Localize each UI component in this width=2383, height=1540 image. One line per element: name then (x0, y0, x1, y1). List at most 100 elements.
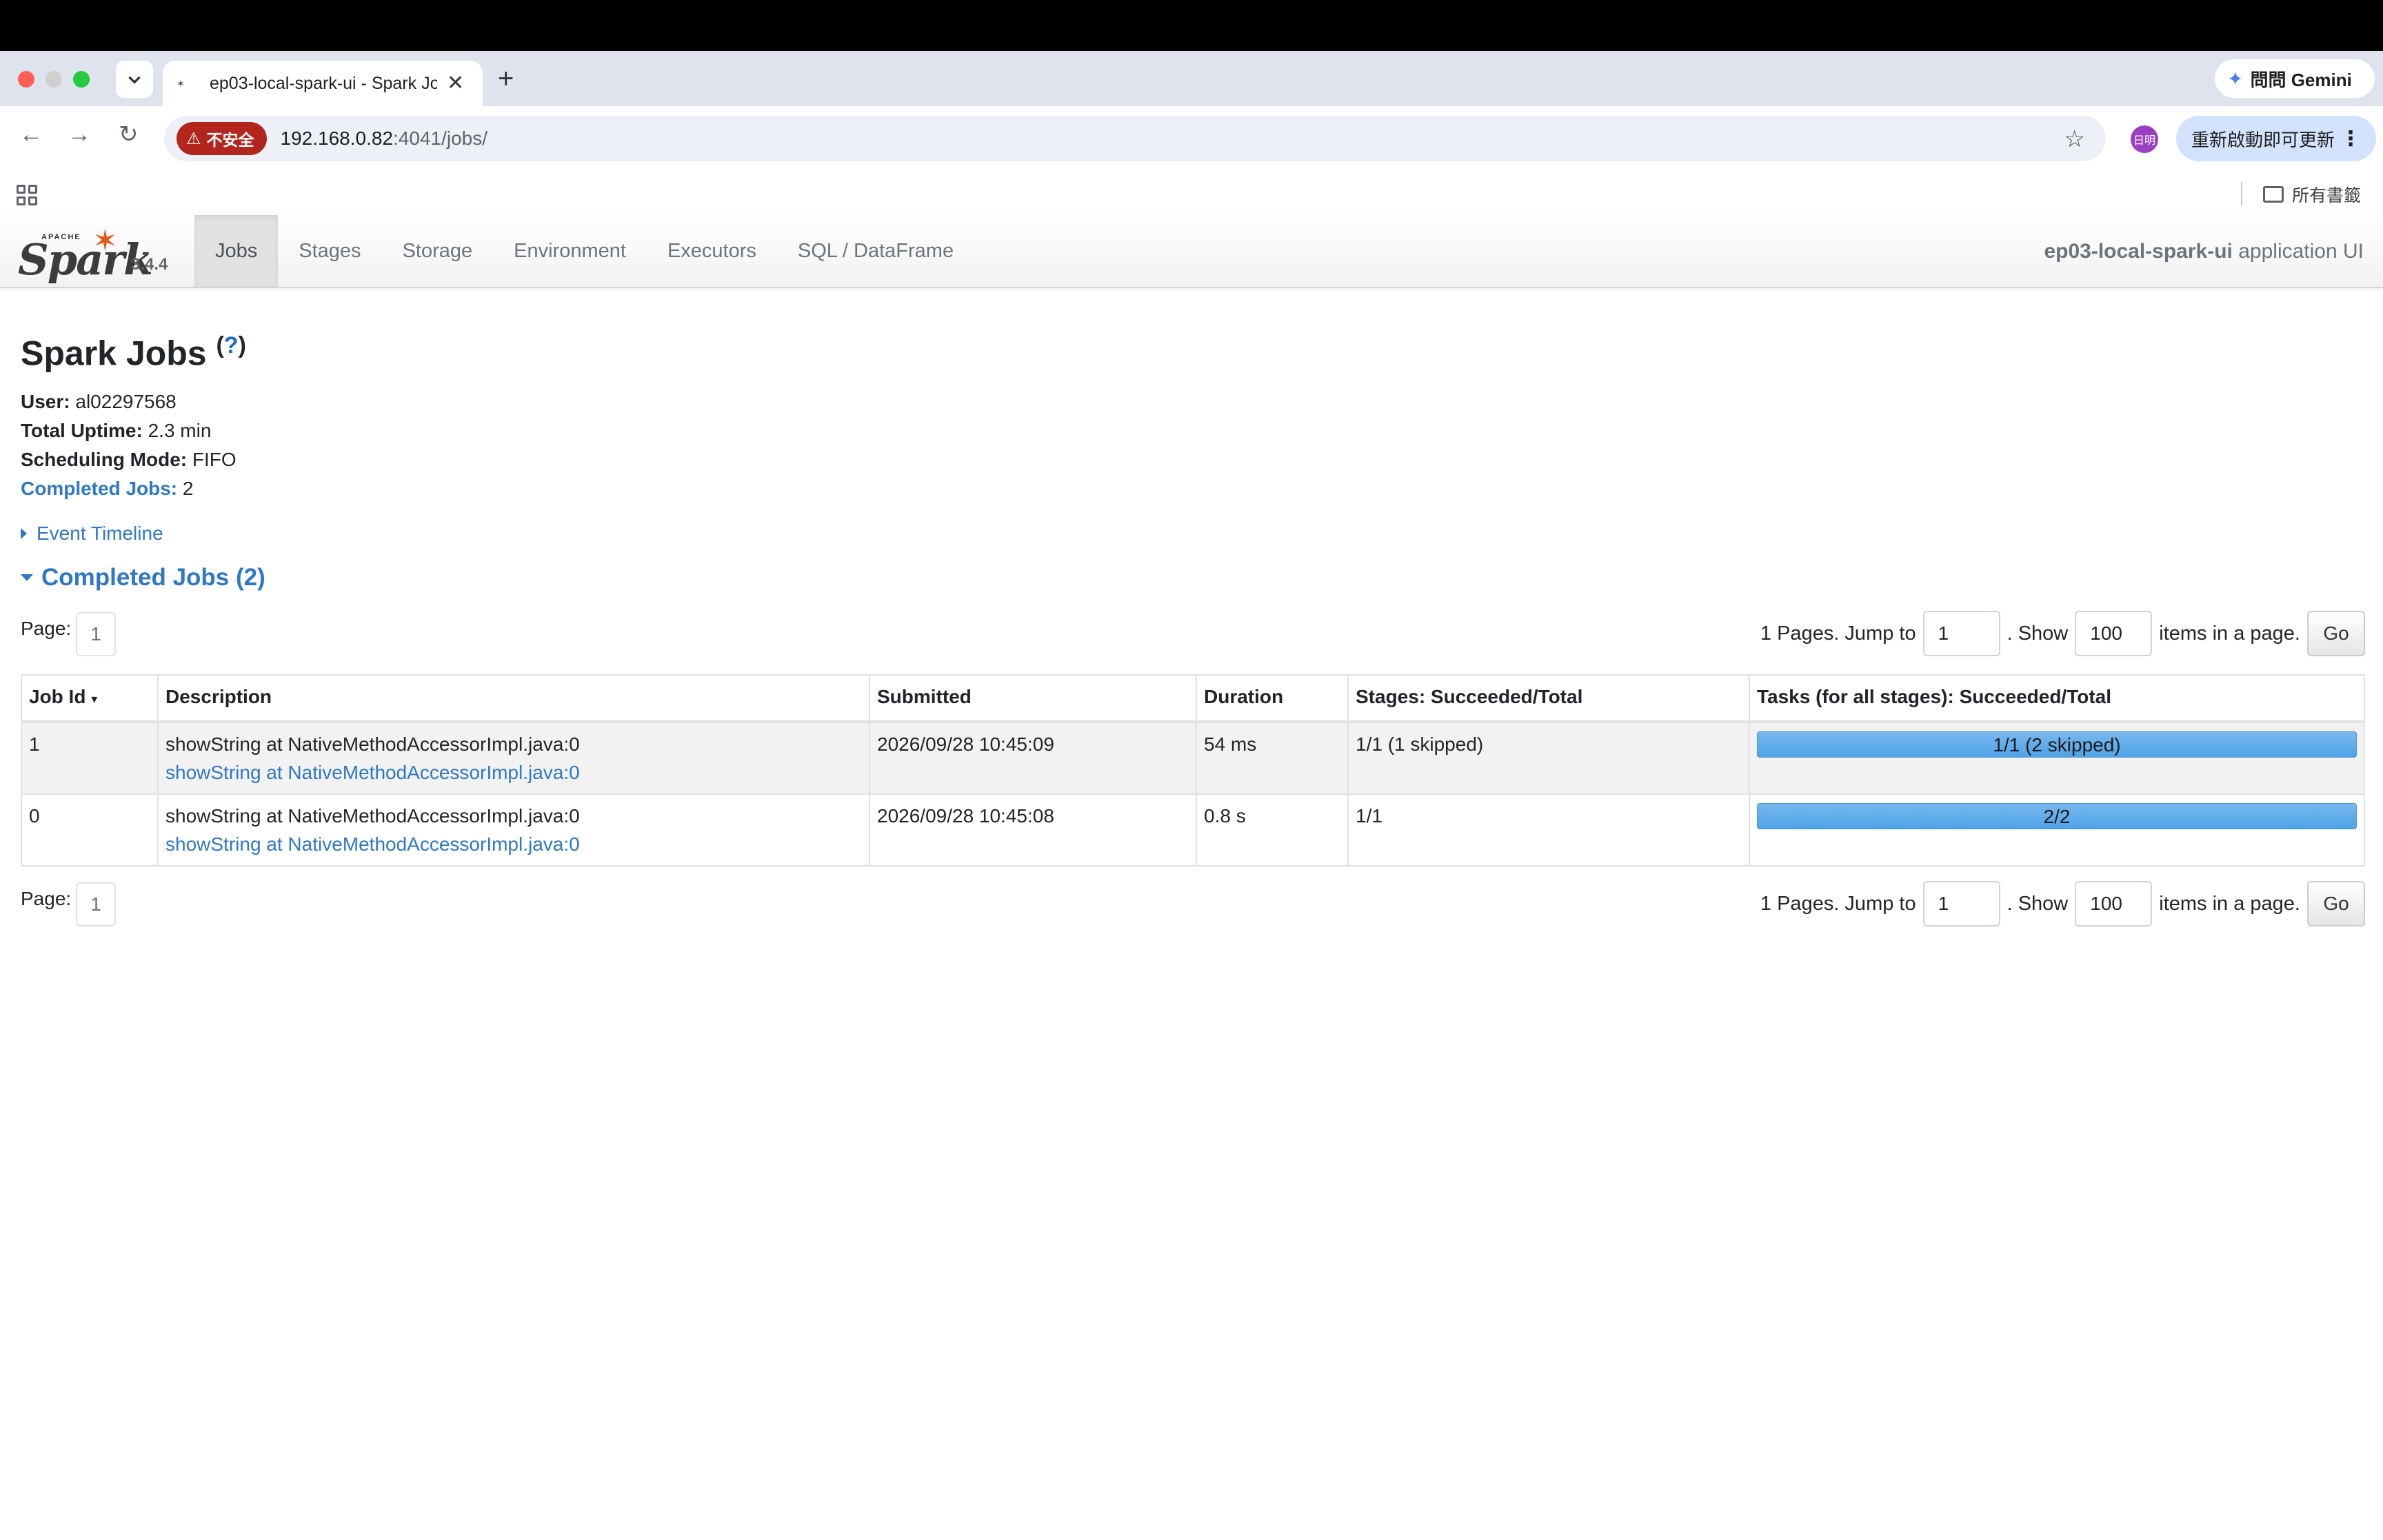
job-id-cell[interactable]: 0 (21, 793, 159, 867)
stages-cell: 1/1 (1347, 793, 1750, 867)
event-timeline-label: Event Timeline (37, 523, 163, 544)
duration-cell: 54 ms (1196, 721, 1349, 795)
warning-icon: ⚠ (186, 129, 201, 148)
tab-executors[interactable]: Executors (647, 215, 777, 287)
items-text: items in a page. (2159, 892, 2300, 915)
completed-jobs-header: Completed Jobs (2) (41, 564, 265, 591)
column-header-tasks[interactable]: Tasks (for all stages): Succeeded/Total (1749, 674, 2365, 723)
tab-stages[interactable]: Stages (278, 215, 381, 287)
browser-tab-active[interactable]: ✶ ep03-local-spark-ui - Spark Jobs ✕ (163, 61, 483, 106)
pages-text: 1 Pages. Jump to (1760, 622, 1916, 645)
collapse-arrow-icon (21, 574, 33, 581)
tab-jobs[interactable]: Jobs (194, 215, 279, 287)
bookmark-star-icon[interactable]: ☆ (2064, 125, 2085, 153)
column-header-duration[interactable]: Duration (1196, 674, 1349, 723)
tab-storage[interactable]: Storage (382, 215, 494, 287)
pages-text: 1 Pages. Jump to (1760, 892, 1916, 915)
jump-to-input[interactable] (1922, 881, 2000, 926)
tab-title: ep03-local-spark-ui - Spark Jobs (210, 73, 437, 93)
url-path: :4041/jobs/ (393, 128, 488, 149)
spark-logo[interactable]: APACHE Spark ✶ (18, 221, 183, 287)
bookmarks-bar: 所有書籤 (0, 171, 2383, 215)
column-header-stages[interactable]: Stages: Succeeded/Total (1347, 674, 1750, 723)
help-tooltip[interactable]: (?) (216, 332, 245, 358)
application-title: ep03-local-spark-ui application UI (2044, 240, 2364, 263)
page-size-input[interactable] (2075, 881, 2153, 926)
url-text[interactable]: 192.168.0.82:4041/jobs/ (281, 128, 488, 150)
address-bar[interactable]: ⚠ 不安全 192.168.0.82:4041/jobs/ ☆ (164, 116, 2106, 161)
more-menu-icon[interactable]: ⋮ (2340, 127, 2361, 151)
app-suffix: application UI (2232, 240, 2364, 263)
browser-toolbar: ← → ↻ ⚠ 不安全 192.168.0.82:4041/jobs/ ☆ 日明… (0, 106, 2383, 171)
items-text: items in a page. (2159, 622, 2300, 645)
not-secure-badge[interactable]: ⚠ 不安全 (177, 122, 267, 155)
url-host: 192.168.0.82 (280, 128, 394, 149)
tasks-cell: 1/1 (2 skipped) (1749, 721, 2365, 795)
summary-scheduling: Scheduling Mode: FIFO (21, 445, 237, 474)
back-arrow-icon[interactable]: ← (19, 123, 43, 146)
column-header-description[interactable]: Description (157, 674, 870, 723)
summary-completed: Completed Jobs: 2 (21, 474, 237, 503)
tasks-progress-bar: 2/2 (1757, 803, 2357, 829)
relaunch-label: 重新啟動即可更新 (2191, 129, 2335, 150)
all-bookmarks-button[interactable]: 所有書籤 (2263, 182, 2361, 207)
menu-bar-area (0, 0, 2383, 51)
completed-jobs-toggle[interactable]: Completed Jobs (2) (21, 564, 265, 591)
table-header-row: Job Id ▾ Description Submitted Duration … (21, 674, 2365, 723)
user-value: al02297568 (75, 391, 177, 412)
spark-star-icon: ✶ (92, 224, 118, 258)
jobs-table: Job Id ▾ Description Submitted Duration … (21, 674, 2365, 867)
tab-search-button[interactable] (116, 61, 153, 98)
browser-tab-strip: ✶ ep03-local-spark-ui - Spark Jobs ✕ + ✦… (0, 51, 2383, 106)
column-header-submitted[interactable]: Submitted (869, 674, 1197, 723)
minimize-window-button[interactable] (46, 71, 62, 88)
uptime-value: 2.3 min (148, 420, 212, 441)
submitted-cell: 2026/09/28 10:45:08 (869, 793, 1197, 867)
close-window-button[interactable] (18, 71, 34, 88)
page-label: Page: (21, 618, 72, 639)
page-number-button[interactable]: 1 (76, 882, 116, 926)
app-name: ep03-local-spark-ui (2044, 240, 2233, 263)
completed-jobs-link[interactable]: Completed Jobs: (21, 478, 177, 499)
reload-icon[interactable]: ↻ (119, 123, 139, 146)
summary-user: User: al02297568 (21, 387, 237, 416)
table-row: 0 showString at NativeMethodAccessorImpl… (21, 793, 2365, 867)
page-title-text: Spark Jobs (21, 334, 207, 373)
spark-favicon-icon: ✶ (177, 77, 185, 89)
completed-jobs-value: 2 (182, 478, 194, 499)
sort-desc-icon: ▾ (91, 692, 98, 706)
go-button[interactable]: Go (2307, 881, 2365, 926)
tab-environment[interactable]: Environment (493, 215, 647, 287)
go-button[interactable]: Go (2307, 611, 2365, 656)
profile-avatar[interactable]: 日明 (2131, 125, 2158, 153)
description-cell: showString at NativeMethodAccessorImpl.j… (157, 721, 870, 795)
duration-cell: 0.8 s (1196, 793, 1349, 867)
pagination-bottom: Page: 1 1 Pages. Jump to . Show items in… (21, 880, 2365, 928)
show-text: . Show (2007, 892, 2069, 915)
forward-arrow-icon[interactable]: → (68, 123, 91, 146)
help-link[interactable]: ? (224, 332, 239, 358)
maximize-window-button[interactable] (73, 71, 90, 88)
all-bookmarks-label: 所有書籤 (2292, 186, 2362, 205)
description-link[interactable]: showString at NativeMethodAccessorImpl.j… (165, 762, 580, 783)
bookmarks-divider (2241, 182, 2242, 205)
job-id-cell[interactable]: 1 (21, 721, 159, 795)
relaunch-update-button[interactable]: 重新啟動即可更新 ⋮ (2176, 116, 2376, 161)
scheduling-label: Scheduling Mode: (21, 449, 188, 470)
folder-icon (2263, 186, 2284, 203)
apps-grid-icon[interactable] (17, 185, 37, 205)
description-link[interactable]: showString at NativeMethodAccessorImpl.j… (165, 833, 580, 855)
page-title: Spark Jobs (?) (21, 332, 246, 374)
description-text: showString at NativeMethodAccessorImpl.j… (165, 733, 580, 755)
gemini-button[interactable]: ✦ 問問 Gemini (2215, 59, 2375, 98)
event-timeline-toggle[interactable]: Event Timeline (21, 523, 163, 545)
description-text: showString at NativeMethodAccessorImpl.j… (165, 805, 580, 827)
page-size-input[interactable] (2075, 611, 2153, 656)
jump-to-input[interactable] (1922, 611, 2000, 656)
tasks-cell: 2/2 (1749, 793, 2365, 867)
new-tab-button[interactable]: + (498, 65, 514, 92)
tab-sql-dataframe[interactable]: SQL / DataFrame (777, 215, 974, 287)
column-header-job-id[interactable]: Job Id ▾ (21, 674, 159, 723)
page-number-button[interactable]: 1 (76, 612, 116, 656)
close-tab-icon[interactable]: ✕ (447, 73, 464, 94)
